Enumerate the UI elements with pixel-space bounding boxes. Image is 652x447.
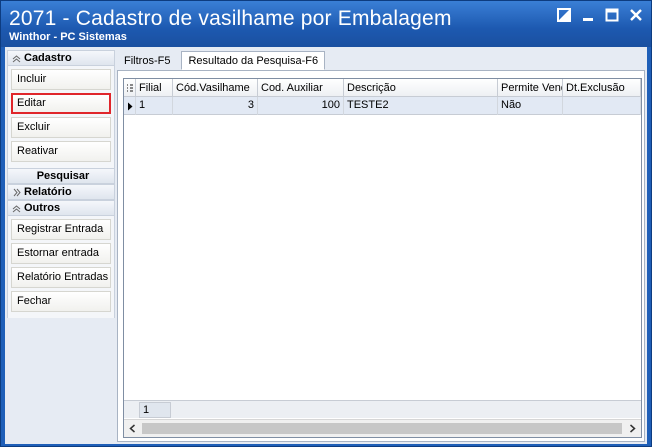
horizontal-scrollbar[interactable] — [124, 419, 641, 437]
cell-dt-exclusao[interactable] — [563, 97, 641, 115]
column-header-filial[interactable]: Filial — [136, 79, 173, 97]
window-title: 2071 - Cadastro de vasilhame por Embalag… — [9, 7, 452, 30]
cell-descricao[interactable]: TESTE2 — [344, 97, 498, 115]
grid-header: Filial Cód.Vasilhame Cod. Auxiliar Descr… — [124, 79, 641, 97]
nav-panel: Cadastro Incluir Editar Excluir Reativar… — [7, 50, 115, 322]
column-header-cod-vasilhame[interactable]: Cód.Vasilhame — [173, 79, 258, 97]
group-header-cadastro[interactable]: Cadastro — [7, 50, 115, 66]
close-icon[interactable] — [629, 8, 643, 22]
record-count: 1 — [139, 402, 171, 418]
incluir-button[interactable]: Incluir — [11, 69, 111, 90]
group-label-pesquisar: Pesquisar — [36, 170, 90, 182]
column-header-cod-auxiliar[interactable]: Cod. Auxiliar — [258, 79, 344, 97]
excluir-button[interactable]: Excluir — [11, 117, 111, 138]
title-bar[interactable]: 2071 - Cadastro de vasilhame por Embalag… — [1, 1, 651, 47]
grid-footer: 1 — [124, 400, 641, 418]
results-grid: Filial Cód.Vasilhame Cod. Auxiliar Descr… — [123, 78, 642, 438]
relatorio-entradas-button[interactable]: Relatório Entradas — [11, 267, 111, 288]
main-window: 2071 - Cadastro de vasilhame por Embalag… — [0, 0, 652, 447]
scrollbar-thumb[interactable] — [142, 423, 622, 434]
tab-strip: Filtros-F5 Resultado da Pesquisa-F6 — [117, 51, 326, 71]
column-chooser-icon[interactable] — [124, 79, 136, 97]
restore-icon[interactable] — [557, 8, 571, 22]
column-header-dt-exclusao[interactable]: Dt.Exclusão — [563, 79, 641, 97]
column-header-permite-venda[interactable]: Permite Vend — [498, 79, 563, 97]
group-label-outros: Outros — [24, 202, 61, 214]
estornar-entrada-button[interactable]: Estornar entrada — [11, 243, 111, 264]
tab-filtros[interactable]: Filtros-F5 — [117, 51, 177, 70]
cell-permite-venda[interactable]: Não — [498, 97, 563, 115]
cell-filial[interactable]: 1 — [136, 97, 173, 115]
editar-button[interactable]: Editar — [11, 93, 111, 114]
chevron-up-icon — [12, 204, 21, 212]
tab-resultado-pesquisa[interactable]: Resultado da Pesquisa-F6 — [181, 51, 326, 70]
maximize-icon[interactable] — [605, 8, 619, 22]
group-label-relatorio: Relatório — [24, 186, 72, 198]
scroll-right-icon[interactable] — [624, 420, 641, 437]
chevron-up-icon — [12, 54, 21, 62]
tab-content: Filial Cód.Vasilhame Cod. Auxiliar Descr… — [117, 70, 645, 442]
group-label-cadastro: Cadastro — [24, 52, 72, 64]
chevron-right-icon — [13, 188, 21, 196]
reativar-button[interactable]: Reativar — [11, 141, 111, 162]
group-header-outros[interactable]: Outros — [7, 200, 115, 216]
registrar-entrada-button[interactable]: Registrar Entrada — [11, 219, 111, 240]
column-header-descricao[interactable]: Descrição — [344, 79, 498, 97]
group-header-relatorio[interactable]: Relatório — [7, 184, 115, 200]
scroll-left-icon[interactable] — [124, 420, 141, 437]
group-body-cadastro: Incluir Editar Excluir Reativar — [7, 66, 115, 168]
client-area: Cadastro Incluir Editar Excluir Reativar… — [5, 47, 647, 444]
cell-cod-vasilhame[interactable]: 3 — [173, 97, 258, 115]
fechar-button[interactable]: Fechar — [11, 291, 111, 312]
group-header-pesquisar[interactable]: Pesquisar — [7, 168, 115, 184]
group-body-outros: Registrar Entrada Estornar entrada Relat… — [7, 216, 115, 318]
row-indicator-icon — [124, 97, 136, 115]
table-row[interactable]: 1 3 100 TESTE2 Não — [124, 97, 641, 115]
window-controls — [557, 8, 643, 22]
cell-cod-auxiliar[interactable]: 100 — [258, 97, 344, 115]
minimize-icon[interactable] — [581, 8, 595, 22]
window-subtitle: Winthor - PC Sistemas — [9, 31, 127, 43]
